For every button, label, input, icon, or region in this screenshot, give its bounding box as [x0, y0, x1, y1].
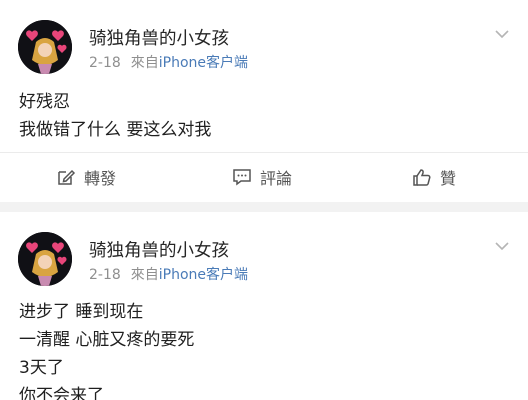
source-link[interactable]: iPhone客户端: [159, 55, 248, 71]
like-label: 贊: [440, 169, 457, 188]
avatar-image: [18, 232, 72, 286]
comment-button[interactable]: 評論: [232, 165, 292, 189]
post-date: 2-18: [89, 55, 121, 71]
weibo-post-card: 骑独角兽的小女孩 2-18 來自iPhone客户端 进步了 睡到现在 一清醒 心脏…: [0, 212, 528, 400]
post-line: 3天了: [19, 358, 64, 378]
post-line: 一清醒 心脏又疼的要死: [19, 330, 195, 350]
like-button[interactable]: 贊: [412, 165, 456, 189]
edit-square-icon: [58, 169, 76, 185]
avatar[interactable]: [18, 20, 72, 74]
post-line: 进步了 睡到现在: [19, 302, 144, 322]
username[interactable]: 骑独角兽的小女孩: [89, 25, 229, 50]
post-meta: 2-18 來自iPhone客户端: [89, 52, 248, 72]
post-text: 好残忍 我做错了什么 要这么对我: [19, 88, 211, 144]
post-line: 好残忍: [19, 92, 70, 112]
chevron-down-icon[interactable]: [494, 238, 510, 254]
thumbs-up-icon: [413, 169, 431, 186]
repost-label: 轉發: [84, 169, 117, 188]
source-prefix: 來自: [130, 55, 159, 71]
chevron-down-icon[interactable]: [494, 26, 510, 42]
source-link[interactable]: iPhone客户端: [159, 267, 248, 283]
comment-label: 評論: [260, 169, 293, 188]
post-line: 你不会来了: [19, 386, 104, 400]
post-meta: 2-18 來自iPhone客户端: [89, 264, 248, 284]
post-line: 我做错了什么 要这么对我: [19, 120, 212, 140]
source-prefix: 來自: [130, 267, 159, 283]
avatar[interactable]: [18, 232, 72, 286]
username[interactable]: 骑独角兽的小女孩: [89, 237, 229, 262]
avatar-image: [18, 20, 72, 74]
action-bar: 轉發 評論 贊: [0, 152, 528, 200]
weibo-post-card: 骑独角兽的小女孩 2-18 來自iPhone客户端 好残忍 我做错了什么 要这么对…: [0, 0, 528, 202]
post-date: 2-18: [89, 267, 121, 283]
repost-button[interactable]: 轉發: [56, 165, 116, 189]
post-text: 进步了 睡到现在 一清醒 心脏又疼的要死 3天了 你不会来了: [19, 298, 194, 400]
comment-bubble-icon: [233, 169, 251, 186]
